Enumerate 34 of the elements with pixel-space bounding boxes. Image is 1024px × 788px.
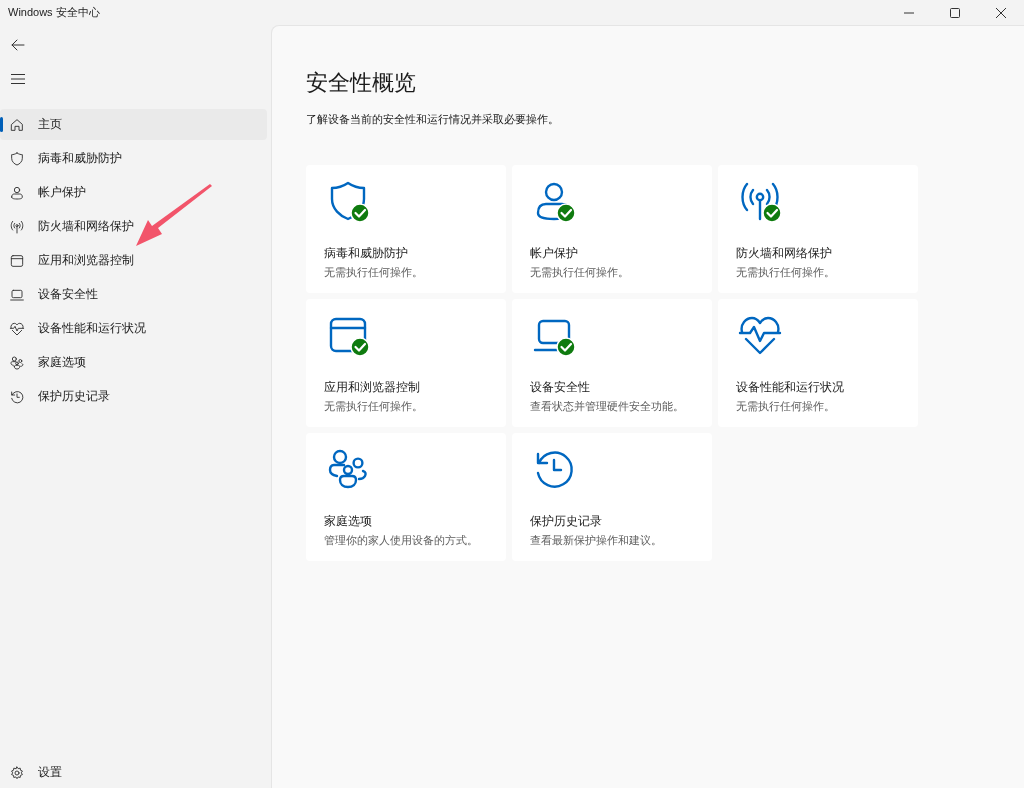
nav-item[interactable]: 设备安全性: [0, 279, 267, 310]
nav-item[interactable]: 防火墙和网络保护: [0, 211, 267, 242]
status-tile[interactable]: 应用和浏览器控制 无需执行任何操作。: [306, 299, 506, 427]
settings-icon: [9, 764, 25, 781]
status-tile[interactable]: 帐户保护 无需执行任何操作。: [512, 165, 712, 293]
nav-item[interactable]: 保护历史记录: [0, 381, 267, 412]
antenna-icon: [9, 218, 25, 235]
nav-item[interactable]: 病毒和威胁防护: [0, 143, 267, 174]
nav-item[interactable]: 设置: [0, 757, 267, 788]
home-icon: [9, 116, 25, 133]
window-icon: [9, 252, 25, 269]
status-tile[interactable]: 保护历史记录 查看最新保护操作和建议。: [512, 433, 712, 561]
menu-icon: [11, 73, 25, 85]
family-icon: [9, 354, 25, 371]
heart-pulse-icon: [9, 320, 25, 337]
maximize-icon: [950, 7, 960, 18]
back-arrow-icon: [11, 38, 25, 52]
close-icon: [996, 7, 1006, 18]
status-tile[interactable]: 防火墙和网络保护 无需执行任何操作。: [718, 165, 918, 293]
shield-icon: [9, 150, 25, 167]
nav-item[interactable]: 主页: [0, 109, 267, 140]
nav-item[interactable]: 应用和浏览器控制: [0, 245, 267, 276]
page-heading: 安全性概览: [306, 69, 417, 97]
status-tile[interactable]: 设备性能和运行状况 无需执行任何操作。: [718, 299, 918, 427]
nav-item[interactable]: 家庭选项: [0, 347, 267, 378]
nav-item[interactable]: 设备性能和运行状况: [0, 313, 267, 344]
person-icon: [9, 184, 25, 201]
status-tile[interactable]: 家庭选项 管理你的家人使用设备的方式。: [306, 433, 506, 561]
page-subtitle: 了解设备当前的安全性和运行情况并采取必要操作。: [306, 112, 560, 127]
nav-item[interactable]: 帐户保护: [0, 177, 267, 208]
status-tile[interactable]: 病毒和威胁防护 无需执行任何操作。: [306, 165, 506, 293]
history-icon: [9, 388, 25, 405]
window-title: Windows 安全中心: [8, 5, 100, 20]
status-tile[interactable]: 设备安全性 查看状态并管理硬件安全功能。: [512, 299, 712, 427]
